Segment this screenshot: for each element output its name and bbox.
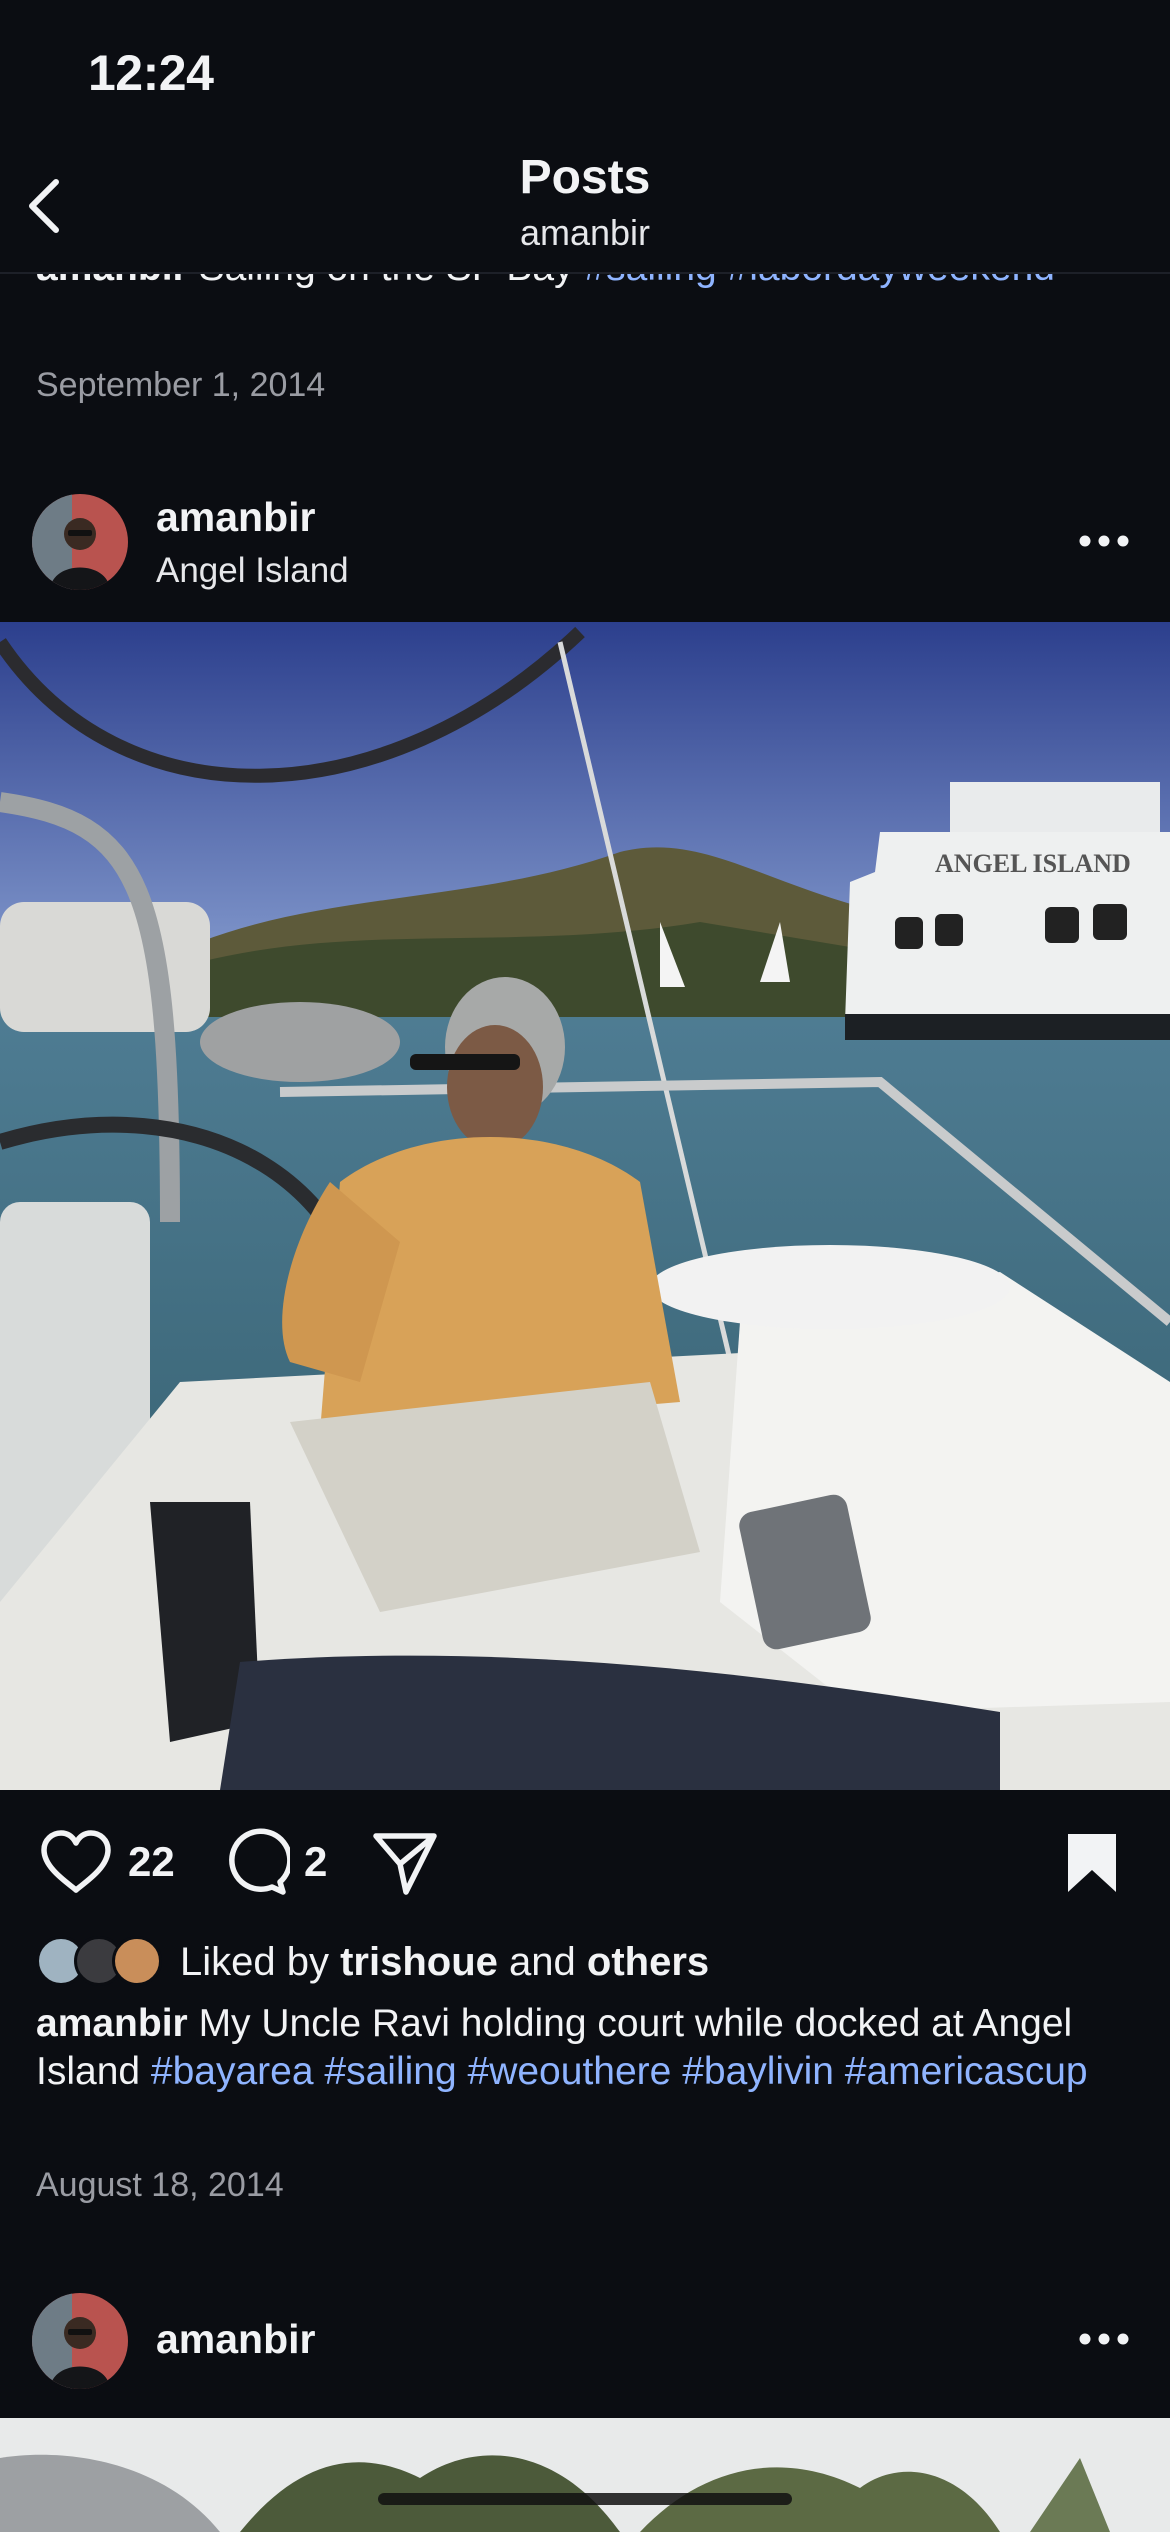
post-username[interactable]: amanbir — [156, 494, 316, 541]
liked-by-user[interactable]: trishoue — [340, 1940, 498, 1984]
avatar[interactable] — [32, 2293, 128, 2389]
home-indicator[interactable] — [378, 2493, 792, 2505]
more-icon[interactable] — [1078, 534, 1130, 548]
hashtag[interactable]: #labordayweekend — [728, 274, 1055, 289]
ferry-name: ANGEL ISLAND — [935, 849, 1131, 878]
page-subtitle[interactable]: amanbir — [0, 212, 1170, 254]
next-post-photo[interactable] — [0, 2418, 1170, 2532]
more-icon[interactable] — [1078, 2332, 1130, 2346]
post-location[interactable]: Angel Island — [156, 551, 349, 591]
like-count[interactable]: 22 — [128, 1838, 175, 1886]
previous-post-caption: amanbir Sailing on the SF Bay #sailing #… — [36, 274, 1136, 292]
caption-username[interactable]: amanbir — [36, 274, 188, 289]
caption-username[interactable]: amanbir — [36, 2002, 188, 2045]
hashtag[interactable]: #sailing — [584, 274, 716, 289]
hashtag[interactable]: #americascup — [845, 2050, 1088, 2093]
post-caption: amanbir My Uncle Ravi holding court whil… — [36, 2000, 1136, 2096]
liked-by-others[interactable]: others — [587, 1940, 709, 1984]
bookmark-icon[interactable] — [1064, 1830, 1120, 1896]
previous-post-date: September 1, 2014 — [36, 366, 326, 404]
liked-by-and: and — [509, 1940, 576, 1984]
caption-text: Sailing on the SF Bay — [199, 274, 574, 289]
liked-by-text[interactable]: Liked by trishoue and others — [180, 1940, 709, 1985]
next-post-username[interactable]: amanbir — [156, 2316, 316, 2363]
page-title: Posts — [519, 151, 651, 204]
heart-icon[interactable] — [38, 1828, 114, 1896]
avatar[interactable] — [32, 494, 128, 590]
post-photo[interactable]: ANGEL ISLAND — [0, 622, 1170, 1790]
liked-by-avatars[interactable] — [36, 1936, 168, 1988]
liked-by-prefix: Liked by — [180, 1940, 329, 1984]
comment-count[interactable]: 2 — [304, 1838, 327, 1886]
status-time-overlay: 12:24 — [88, 45, 214, 101]
hashtag[interactable]: #bayarea — [151, 2050, 314, 2093]
header-divider — [0, 272, 1170, 274]
share-icon[interactable] — [370, 1828, 440, 1898]
hashtag[interactable]: #weouthere — [468, 2050, 672, 2093]
avatar — [112, 1936, 162, 1986]
post-date: August 18, 2014 — [36, 2166, 284, 2204]
comment-icon[interactable] — [220, 1828, 290, 1898]
hashtag[interactable]: #sailing — [324, 2050, 456, 2093]
hashtag[interactable]: #baylivin — [682, 2050, 834, 2093]
